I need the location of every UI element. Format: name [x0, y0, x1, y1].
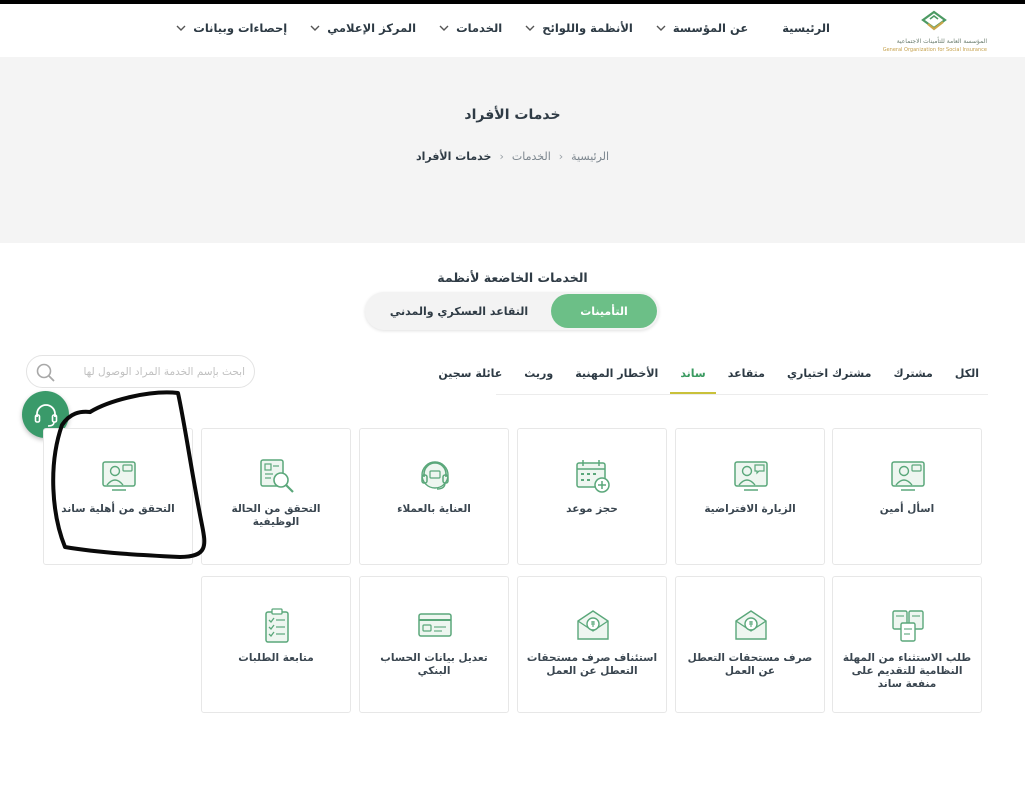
headset-support-icon	[421, 461, 449, 490]
card-label: تعديل بيانات الحساب البنكي	[380, 652, 488, 677]
service-card-ask-ameen[interactable]: اسأل أمين	[832, 428, 982, 565]
breadcrumb: الرئيسية ‹ الخدمات ‹ خدمات الأفراد	[0, 150, 1025, 163]
toggle-military-civil-retirement[interactable]: التقاعد العسكري والمدني	[367, 294, 551, 328]
card-label: طلب الاستثناء من المهلة النظامية للتقديم…	[842, 652, 972, 690]
headset-icon	[34, 403, 57, 427]
card-label: صرف مستحقات التعطل عن العمل	[687, 652, 813, 677]
search-input[interactable]	[77, 363, 245, 381]
virtual-visit-icon	[734, 461, 768, 491]
system-toggle: التأمينات التقاعد العسكري والمدني	[365, 292, 659, 330]
section-title: الخدمات الخاضعة لأنظمة	[437, 270, 588, 285]
filter-optional-subscriber[interactable]: مشترك اختياري	[787, 367, 871, 380]
nav-services-label: الخدمات	[456, 21, 503, 35]
service-card-verify-employment-status[interactable]: التحقق من الحالة الوظيفية	[201, 428, 351, 565]
gosi-emblem-icon	[921, 10, 947, 31]
service-card-appeal-unemployment-payout[interactable]: استئناف صرف مستحقات التعطل عن العمل	[517, 576, 667, 713]
nav-home[interactable]: الرئيسية	[782, 21, 830, 35]
nav-services[interactable]: الخدمات	[438, 21, 502, 35]
filter-occupational-hazards[interactable]: الأخطار المهنية	[575, 367, 658, 380]
search-icon[interactable]	[35, 362, 57, 384]
card-label: استئناف صرف مستحقات التعطل عن العمل	[526, 652, 658, 677]
chevron-down-icon	[655, 22, 667, 34]
nav-statistics[interactable]: إحصاءات وبيانات	[175, 21, 287, 35]
card-label: العناية بالعملاء	[397, 503, 471, 515]
card-label: التحقق من أهلية ساند	[61, 503, 175, 515]
breadcrumb-current: خدمات الأفراد	[415, 150, 492, 163]
document-search-icon	[260, 459, 294, 493]
money-envelope-icon	[735, 610, 767, 640]
filters-divider	[496, 394, 988, 395]
chevron-down-icon	[309, 22, 321, 34]
card-label: اسأل أمين	[879, 503, 935, 515]
nav-media-center[interactable]: المركز الإعلامي	[309, 21, 416, 35]
nav-statistics-label: إحصاءات وبيانات	[193, 21, 288, 35]
main-nav: الرئيسية عن المؤسسة الأنظمة واللوائح الخ…	[175, 21, 830, 35]
logo-text-ar: المؤسسة العامة للتأمينات الاجتماعية	[896, 38, 987, 45]
nav-regulations[interactable]: الأنظمة واللوائح	[524, 21, 633, 35]
service-card-track-requests[interactable]: متابعة الطلبات	[201, 576, 351, 713]
service-card-customer-care[interactable]: العناية بالعملاء	[359, 428, 509, 565]
nav-about-label: عن المؤسسة	[672, 21, 749, 35]
nav-home-label: الرئيسية	[782, 21, 830, 35]
chevron-down-icon	[438, 22, 450, 34]
page-title: خدمات الأفراد	[464, 107, 561, 123]
video-consult-icon	[102, 461, 136, 491]
site-header: المؤسسة العامة للتأمينات الاجتماعية Gene…	[0, 4, 1025, 57]
checklist-icon	[265, 608, 289, 643]
breadcrumb-separator-icon: ‹	[499, 150, 504, 163]
filter-subscriber[interactable]: مشترك	[893, 367, 932, 380]
card-label: الزيارة الافتراضية	[704, 503, 796, 515]
service-card-edit-bank-account[interactable]: تعديل بيانات الحساب البنكي	[359, 576, 509, 713]
service-card-virtual-visit[interactable]: الزيارة الافتراضية	[675, 428, 825, 565]
service-card-verify-saned-eligibility[interactable]: التحقق من أهلية ساند	[43, 428, 193, 565]
card-label: متابعة الطلبات	[238, 652, 314, 664]
filter-all[interactable]: الكل	[955, 367, 979, 380]
filter-retiree[interactable]: متقاعد	[728, 367, 765, 380]
video-consult-icon	[891, 461, 925, 491]
card-label: حجز موعد	[566, 503, 618, 515]
money-envelope-icon	[577, 610, 609, 640]
breadcrumb-home[interactable]: الرئيسية	[571, 150, 609, 163]
filter-heir[interactable]: وريث	[524, 367, 553, 380]
service-card-book-appointment[interactable]: حجز موعد	[517, 428, 667, 565]
breadcrumb-separator-icon: ‹	[558, 150, 564, 163]
chevron-down-icon	[175, 22, 187, 34]
toggle-insurance[interactable]: التأمينات	[551, 294, 657, 328]
service-card-exception-request[interactable]: طلب الاستثناء من المهلة النظامية للتقديم…	[832, 576, 982, 713]
card-label: التحقق من الحالة الوظيفية	[231, 503, 321, 528]
calendar-add-icon	[576, 460, 610, 493]
documents-icon	[892, 610, 924, 642]
nav-about[interactable]: عن المؤسسة	[655, 21, 748, 35]
filter-saned[interactable]: ساند	[670, 367, 717, 394]
bank-card-icon	[418, 613, 452, 637]
filter-prisoner-family[interactable]: عائلة سجين	[438, 367, 502, 380]
chevron-down-icon	[524, 22, 536, 34]
breadcrumb-services[interactable]: الخدمات	[512, 150, 551, 163]
nav-regulations-label: الأنظمة واللوائح	[542, 21, 633, 35]
service-search	[26, 355, 255, 388]
logo-text-en: General Organization for Social Insuranc…	[882, 47, 987, 53]
category-filters: الكل مشترك مشترك اختياري متقاعد ساند الأ…	[416, 367, 979, 394]
gosi-logo[interactable]: المؤسسة العامة للتأمينات الاجتماعية Gene…	[881, 10, 987, 54]
nav-media-center-label: المركز الإعلامي	[327, 21, 417, 35]
service-card-unemployment-payout[interactable]: صرف مستحقات التعطل عن العمل	[675, 576, 825, 713]
